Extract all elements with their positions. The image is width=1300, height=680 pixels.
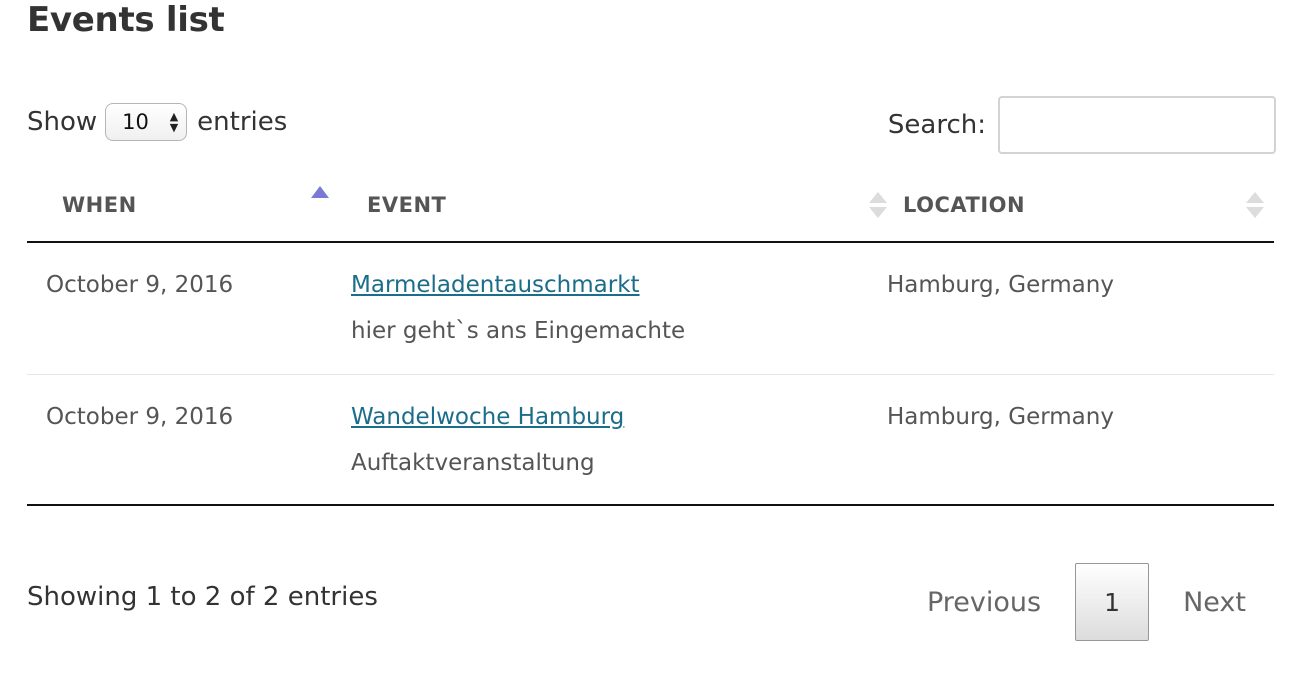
event-title-link[interactable]: Marmeladentauschmarkt [351, 271, 640, 299]
page-1-button[interactable]: 1 [1075, 563, 1150, 641]
entries-per-page-select[interactable]: 10 ▲ ▼ [105, 103, 188, 141]
table-row: October 9, 2016 Marmeladentauschmarkt hi… [27, 242, 1274, 375]
search-input[interactable] [998, 96, 1276, 154]
sort-both-icon [869, 191, 887, 218]
event-location: Hamburg, Germany [887, 272, 1114, 298]
column-header-location[interactable]: LOCATION [887, 168, 1274, 243]
column-header-label: EVENT [367, 192, 447, 217]
cell-event: Wandelwoche Hamburg Auftaktveranstaltung [351, 374, 887, 506]
length-suffix-label: entries [197, 107, 288, 137]
event-date: October 9, 2016 [46, 272, 234, 298]
page-title: Events list [27, 0, 225, 40]
cell-when: October 9, 2016 [27, 242, 351, 375]
sort-both-icon [1246, 191, 1264, 218]
events-table: WHEN EVENT LOCATION October 9, 2016 Marm… [27, 168, 1274, 506]
column-header-when[interactable]: WHEN [27, 168, 351, 243]
search-control: Search: [888, 96, 1276, 154]
select-arrows-icon: ▲ ▼ [169, 110, 179, 134]
column-header-label: LOCATION [903, 192, 1026, 217]
cell-location: Hamburg, Germany [887, 242, 1274, 375]
sort-ascending-icon [311, 186, 329, 198]
event-location: Hamburg, Germany [887, 404, 1114, 430]
column-header-event[interactable]: EVENT [351, 168, 887, 243]
table-row: October 9, 2016 Wandelwoche Hamburg Auft… [27, 374, 1274, 506]
next-page-button[interactable]: Next [1149, 587, 1274, 618]
event-description: Auftaktveranstaltung [351, 450, 595, 476]
cell-when: October 9, 2016 [27, 374, 351, 506]
pagination: Previous 1 Next [893, 562, 1274, 642]
column-header-label: WHEN [62, 192, 137, 217]
event-title-link[interactable]: Wandelwoche Hamburg [351, 403, 624, 431]
previous-page-button[interactable]: Previous [893, 587, 1075, 618]
entries-per-page-value: 10 [122, 110, 149, 134]
table-info: Showing 1 to 2 of 2 entries [27, 582, 378, 612]
cell-event: Marmeladentauschmarkt hier geht`s ans Ei… [351, 242, 887, 375]
table-header-row: WHEN EVENT LOCATION [27, 168, 1274, 243]
event-description: hier geht`s ans Eingemachte [351, 318, 686, 344]
search-label: Search: [887, 110, 986, 140]
cell-location: Hamburg, Germany [887, 374, 1274, 506]
event-date: October 9, 2016 [46, 404, 234, 430]
length-prefix-label: Show [27, 107, 98, 137]
entries-length-control: Show 10 ▲ ▼ entries [27, 100, 287, 144]
